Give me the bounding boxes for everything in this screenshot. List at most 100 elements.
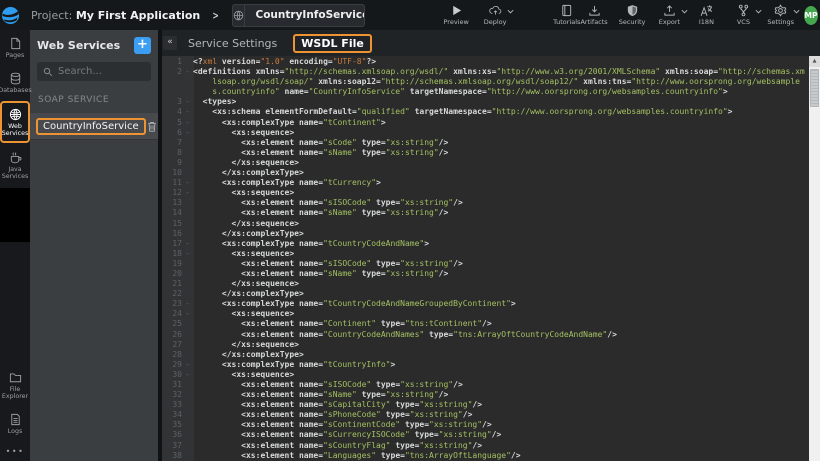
line-number: 5: [162, 118, 182, 128]
trash-icon[interactable]: [146, 120, 158, 133]
tab-wsdl-file[interactable]: WSDL File: [293, 34, 372, 53]
code-text: <xs:complexType name="tCountryCodeAndNam…: [193, 239, 820, 249]
chevron-down-icon[interactable]: [755, 9, 762, 14]
editor-scrollbar[interactable]: ▲: [809, 56, 820, 461]
code-line[interactable]: 11- <xs:complexType name="tCurrency">: [162, 178, 820, 188]
code-line[interactable]: 1<?xml version="1.0" encoding="UTF-8"?>: [162, 57, 820, 67]
code-line[interactable]: 29- <xs:complexType name="tCountryInfo">: [162, 360, 820, 370]
code-line[interactable]: 26 <xs:element name="CountryCodeAndNames…: [162, 330, 820, 340]
line-number: 2: [162, 67, 182, 77]
code-line[interactable]: 3- <types>: [162, 97, 820, 107]
fold-marker[interactable]: -: [182, 97, 193, 107]
code-line[interactable]: 10 </xs:complexType>: [162, 168, 820, 178]
code-line[interactable]: 31 <xs:element name="sISOCode" type="xs:…: [162, 380, 820, 390]
code-editor[interactable]: 1<?xml version="1.0" encoding="UTF-8"?>2…: [162, 56, 820, 461]
sidebar-item-file-explorer[interactable]: File Explorer: [0, 364, 30, 406]
code-line[interactable]: 12- <xs:sequence>: [162, 188, 820, 198]
fold-marker[interactable]: -: [182, 239, 193, 249]
fold-marker[interactable]: -: [182, 107, 193, 117]
code-line[interactable]: 18- <xs:sequence>: [162, 249, 820, 259]
service-list-item[interactable]: CountryInfoService: [30, 112, 158, 140]
export-button[interactable]: Export: [656, 4, 682, 26]
sidebar-item-logs[interactable]: Logs: [0, 406, 30, 441]
code-line[interactable]: 28 </xs:complexType>: [162, 350, 820, 360]
code-line[interactable]: 32 <xs:element name="sName" type="xs:str…: [162, 390, 820, 400]
code-line[interactable]: 15 </xs:sequence>: [162, 219, 820, 229]
code-line[interactable]: 2-<definitions xmlns="http://schemas.xml…: [162, 67, 820, 97]
code-line[interactable]: 36 <xs:element name="sCurrencyISOCode" t…: [162, 430, 820, 440]
user-avatar[interactable]: MP: [804, 6, 818, 25]
code-line[interactable]: 6- <xs:sequence>: [162, 128, 820, 138]
fold-marker[interactable]: -: [182, 188, 193, 198]
code-line[interactable]: 22 </xs:complexType>: [162, 289, 820, 299]
code-line[interactable]: 21 </xs:sequence>: [162, 279, 820, 289]
code-line[interactable]: 24- <xs:sequence>: [162, 309, 820, 319]
code-line[interactable]: 35 <xs:element name="sContinentCode" typ…: [162, 420, 820, 430]
code-line[interactable]: 34 <xs:element name="sPhoneCode" type="x…: [162, 410, 820, 420]
security-button[interactable]: Security: [619, 4, 646, 26]
app-logo[interactable]: [0, 0, 22, 30]
sidebar-item-databases[interactable]: Databases: [0, 65, 30, 100]
fold-marker[interactable]: -: [182, 118, 193, 128]
project-breadcrumb[interactable]: Project: My First Application: [31, 9, 200, 22]
action-label: Export: [659, 18, 680, 26]
code-line[interactable]: 27 </xs:sequence>: [162, 340, 820, 350]
collapse-panel-button[interactable]: «: [163, 36, 177, 50]
add-service-button[interactable]: +: [134, 37, 151, 54]
code-line[interactable]: 17- <xs:complexType name="tCountryCodeAn…: [162, 239, 820, 249]
action-label: Preview: [443, 18, 468, 26]
more-options-button[interactable]: •••: [0, 441, 30, 461]
code-line[interactable]: 13 <xs:element name="sISOCode" type="xs:…: [162, 198, 820, 208]
code-line[interactable]: 30- <xs:sequence>: [162, 370, 820, 380]
fold-marker[interactable]: -: [182, 128, 193, 138]
line-number: 29: [162, 360, 182, 370]
preview-button[interactable]: Preview: [443, 4, 469, 26]
search-input[interactable]: Search...: [37, 62, 151, 81]
code-line[interactable]: 4- <xs:schema elementFormDefault="qualif…: [162, 107, 820, 117]
code-line[interactable]: 14 <xs:element name="sName" type="xs:str…: [162, 208, 820, 218]
code-line[interactable]: 8 <xs:element name="sName" type="xs:stri…: [162, 148, 820, 158]
chevron-down-icon[interactable]: [507, 9, 514, 14]
sidebar-item-pages[interactable]: Pages: [0, 30, 30, 65]
sidebar-item-web-services[interactable]: Web Services: [0, 101, 30, 143]
code-line[interactable]: 37 <xs:element name="sCountryFlag" type=…: [162, 441, 820, 451]
sidebar-item-java-services[interactable]: Java Services: [0, 144, 30, 186]
fold-marker[interactable]: -: [182, 249, 193, 259]
artifacts-button[interactable]: Artifacts: [580, 4, 607, 26]
code-line[interactable]: 23- <xs:complexType name="tCountryCodeAn…: [162, 299, 820, 309]
tab-service-settings[interactable]: Service Settings: [188, 37, 277, 50]
code-text: <xs:element name="sName" type="xs:string…: [193, 148, 820, 158]
settings-button[interactable]: Settings: [767, 4, 794, 26]
tutorials-button[interactable]: Tutorials: [553, 4, 580, 26]
deploy-button[interactable]: Deploy: [482, 4, 508, 26]
line-number: 31: [162, 380, 182, 390]
scrollbar-thumb[interactable]: [810, 69, 819, 107]
i18n-button[interactable]: I18N: [693, 4, 719, 26]
fold-marker[interactable]: -: [182, 360, 193, 370]
code-line[interactable]: 20 <xs:element name="sName" type="xs:str…: [162, 269, 820, 279]
fold-marker[interactable]: -: [182, 370, 193, 380]
fold-marker[interactable]: -: [182, 309, 193, 319]
code-line[interactable]: 5- <xs:complexType name="tContinent">: [162, 118, 820, 128]
service-item-name: CountryInfoService: [36, 118, 146, 135]
service-tab[interactable]: CountryInfoService: [232, 4, 366, 27]
code-line[interactable]: 9 </xs:sequence>: [162, 158, 820, 168]
code-line[interactable]: 7 <xs:element name="sCode" type="xs:stri…: [162, 138, 820, 148]
code-line[interactable]: 16 </xs:complexType>: [162, 229, 820, 239]
section-label: SOAP SERVICE: [38, 95, 150, 105]
chevron-down-icon[interactable]: [681, 9, 688, 14]
line-number: 24: [162, 309, 182, 319]
fold-marker[interactable]: -: [182, 178, 193, 188]
fold-marker[interactable]: -: [182, 67, 193, 77]
code-text: <xs:schema elementFormDefault="qualified…: [193, 107, 820, 117]
code-line[interactable]: 19 <xs:element name="sISOCode" type="xs:…: [162, 259, 820, 269]
code-line[interactable]: 33 <xs:element name="sCapitalCity" type=…: [162, 400, 820, 410]
chevron-down-icon[interactable]: [793, 9, 800, 14]
action-label: Artifacts: [580, 18, 607, 26]
fold-marker[interactable]: -: [182, 299, 193, 309]
export-icon: [663, 4, 676, 17]
scroll-up-button[interactable]: ▲: [809, 56, 820, 67]
code-line[interactable]: 38 <xs:element name="Languages" type="tn…: [162, 451, 820, 461]
vcs-button[interactable]: VCS: [730, 4, 756, 26]
code-line[interactable]: 25 <xs:element name="Continent" type="tn…: [162, 319, 820, 329]
